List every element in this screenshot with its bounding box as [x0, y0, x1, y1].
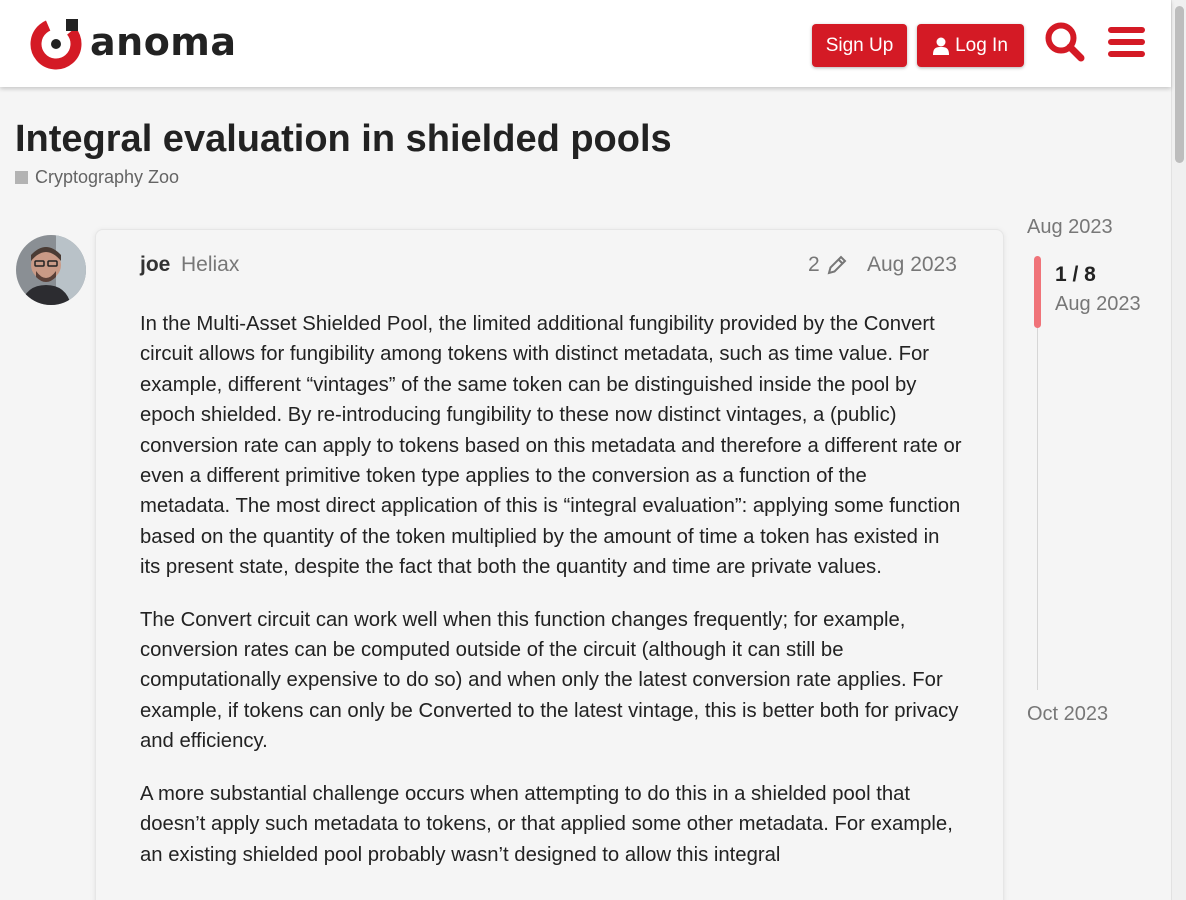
anoma-logo-icon [30, 18, 82, 70]
hamburger-menu-icon[interactable] [1106, 20, 1150, 64]
timeline-end-date[interactable]: Oct 2023 [1027, 703, 1108, 726]
topic-title[interactable]: Integral evaluation in shielded pools [15, 118, 672, 161]
log-in-label: Log In [955, 34, 1008, 56]
category-badge[interactable]: Cryptography Zoo [15, 167, 179, 188]
sign-up-label: Sign Up [825, 34, 894, 56]
timeline-progress: 1 / 8 [1055, 263, 1096, 286]
sign-up-button[interactable]: Sign Up [812, 24, 907, 67]
avatar-image [16, 235, 86, 305]
post-date[interactable]: Aug 2023 [867, 253, 957, 277]
site-header: anoma Sign Up Log In [0, 0, 1171, 87]
avatar[interactable] [16, 235, 86, 305]
pencil-icon [827, 255, 847, 275]
category-color-swatch [15, 171, 28, 184]
search-icon[interactable] [1043, 20, 1087, 64]
timeline-current-date: Aug 2023 [1055, 293, 1141, 315]
edit-count: 2 [808, 253, 820, 276]
timeline-start-date[interactable]: Aug 2023 [1027, 216, 1113, 239]
log-in-button[interactable]: Log In [917, 24, 1024, 67]
category-name: Cryptography Zoo [35, 167, 180, 187]
edit-history-button[interactable]: 2 [808, 253, 848, 277]
post-paragraph: The Convert circuit can work well when t… [140, 608, 959, 753]
timeline-handle[interactable] [1034, 256, 1041, 328]
post-body: In the Multi-Asset Shielded Pool, the li… [140, 309, 962, 892]
post-username[interactable]: joe [140, 253, 170, 277]
post-paragraph: A more substantial challenge occurs when… [140, 782, 953, 866]
page-scrollbar[interactable] [1171, 0, 1186, 900]
post-user-title: Heliax [181, 253, 240, 276]
user-icon [933, 37, 950, 55]
scrollbar-thumb[interactable] [1175, 6, 1184, 163]
logo-text: anoma [90, 20, 237, 64]
post-paragraph: In the Multi-Asset Shielded Pool, the li… [140, 313, 962, 579]
site-logo[interactable]: anoma [30, 18, 237, 70]
